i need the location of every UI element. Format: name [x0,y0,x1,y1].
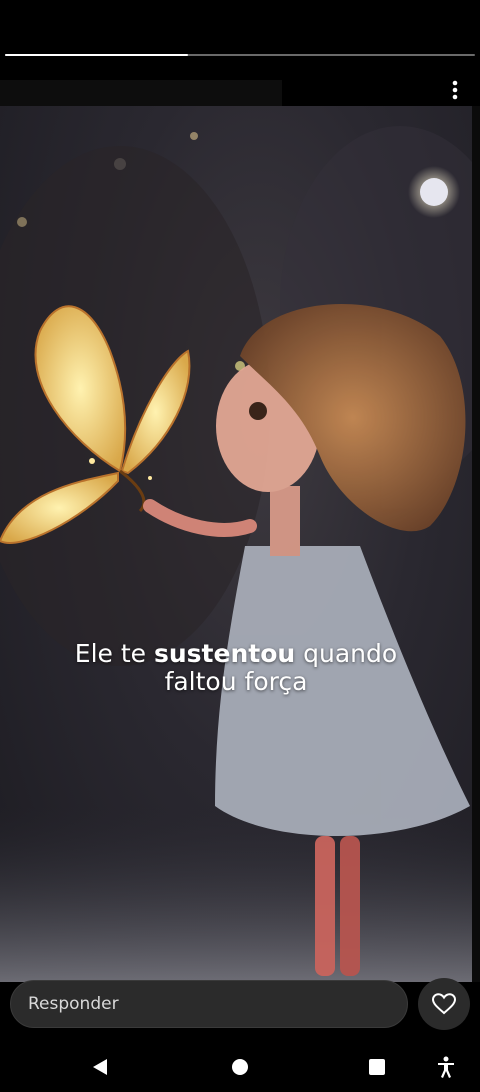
story-illustration [0,126,472,982]
media-edge [472,106,480,982]
more-options-button[interactable] [440,76,470,104]
more-vertical-icon [452,80,458,100]
reply-placeholder: Responder [28,994,119,1014]
story-progress-bar [5,54,475,56]
story-media[interactable]: Ele te sustentou quando faltou força [0,106,472,982]
caption-text-2: quando [295,639,398,668]
caption-text-1: Ele te [74,639,154,668]
heart-icon [432,993,456,1015]
home-circle-icon [232,1059,248,1075]
like-button[interactable] [418,978,470,1030]
accessibility-button[interactable] [431,1052,461,1082]
back-triangle-icon [93,1059,107,1075]
recents-button[interactable] [362,1052,392,1082]
caption-bold-word: sustentou [154,639,296,668]
caption-line-2: faltou força [164,667,308,696]
story-progress-fill [5,54,189,56]
accessibility-icon [438,1056,454,1078]
back-button[interactable] [85,1052,115,1082]
media-top-shade [0,80,282,106]
reply-input[interactable]: Responder [10,980,408,1028]
story-caption: Ele te sustentou quando faltou força [0,640,472,696]
recents-square-icon [369,1059,385,1075]
system-navigation-bar [0,1040,480,1092]
home-button[interactable] [225,1052,255,1082]
